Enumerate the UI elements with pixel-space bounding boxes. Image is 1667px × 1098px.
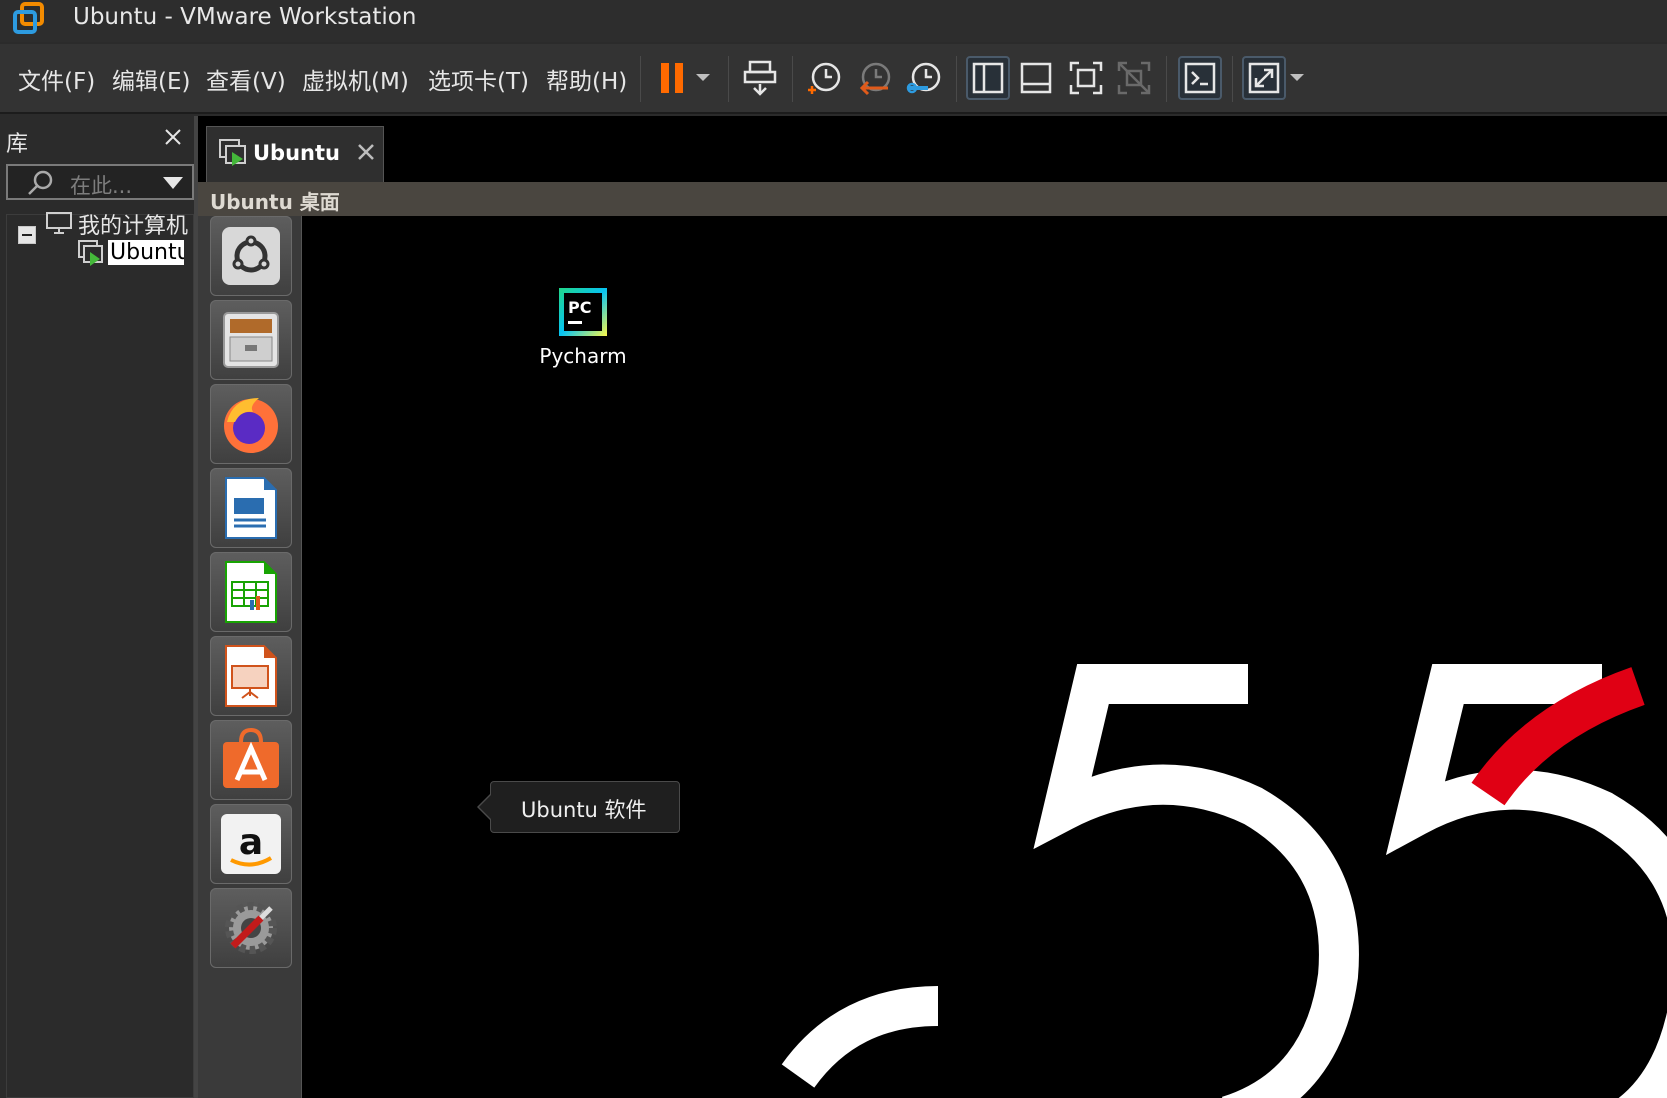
revert-snapshot-button[interactable] (852, 56, 896, 100)
dash-home-icon (222, 227, 280, 285)
menu-vm[interactable]: 虚拟机(M) (302, 62, 409, 96)
tree-item-my-computer[interactable]: 我的计算机 (78, 208, 188, 240)
take-snapshot-button[interactable] (802, 56, 846, 100)
toolbar-separator (728, 56, 729, 102)
window-title: Ubuntu - VMware Workstation (73, 4, 417, 30)
vm-display[interactable]: a Ubuntu 软件 PC Pycharm (198, 216, 1667, 1098)
menu-view[interactable]: 查看(V) (206, 62, 286, 96)
library-panel: 库 在此... 我的计算机 Ubuntu (0, 116, 198, 1098)
launcher-firefox[interactable] (210, 384, 292, 464)
libreoffice-writer-icon (225, 477, 277, 539)
svg-text:a: a (239, 822, 263, 863)
launcher-dash[interactable] (210, 216, 292, 296)
snapshot-icon (808, 62, 841, 94)
menu-toolbar: 文件(F) 编辑(E) 查看(V) 虚拟机(M) 选项卡(T) 帮助(H) (0, 44, 1667, 114)
amazon-icon: a (221, 814, 281, 874)
launcher-tooltip: Ubuntu 软件 (477, 781, 680, 833)
dropdown-icon (1290, 74, 1304, 81)
show-library-icon (972, 62, 1004, 94)
stretch-guest-icon (1248, 62, 1280, 94)
launcher-writer[interactable] (210, 468, 292, 548)
firefox-icon (224, 398, 278, 453)
unity-launcher: a (198, 216, 302, 1098)
power-dropdown-button[interactable] (688, 56, 718, 100)
ubuntu-software-icon (223, 728, 279, 788)
search-icon (28, 170, 53, 195)
computer-icon (46, 212, 72, 234)
launcher-impress[interactable] (210, 636, 292, 716)
library-search-input[interactable]: 在此... (6, 164, 194, 200)
show-library-button[interactable] (966, 56, 1010, 100)
close-icon[interactable] (355, 141, 377, 163)
system-settings-icon (225, 902, 277, 954)
stretch-dropdown-button[interactable] (1284, 56, 1310, 100)
launcher-amazon[interactable]: a (210, 804, 292, 884)
show-thumbnail-bar-button[interactable] (1014, 56, 1058, 100)
libreoffice-calc-icon (225, 561, 277, 623)
menu-help[interactable]: 帮助(H) (546, 62, 627, 96)
send-ctrl-alt-del-icon (743, 60, 777, 96)
libreoffice-impress-icon (225, 645, 277, 707)
show-thumbnail-icon (1020, 62, 1052, 94)
vm-tab-strip: Ubuntu (198, 116, 1667, 182)
desktop-icon-label: Pycharm (539, 344, 627, 368)
toolbar-separator (792, 56, 793, 102)
library-tree (6, 214, 194, 1098)
tab-ubuntu[interactable]: Ubuntu (206, 126, 384, 182)
send-ctrl-alt-del-button[interactable] (738, 56, 782, 100)
menu-tabs[interactable]: 选项卡(T) (428, 62, 529, 96)
library-title: 库 (6, 132, 29, 157)
search-placeholder: 在此... (70, 174, 133, 198)
desktop-icon-pycharm[interactable]: PC Pycharm (538, 288, 628, 368)
snapshot-manager-icon (906, 62, 941, 94)
console-view-icon (1184, 62, 1216, 94)
tree-item-ubuntu-label: Ubuntu (108, 240, 184, 265)
vm-icon (219, 139, 246, 166)
console-view-button[interactable] (1178, 56, 1222, 100)
toolbar-separator (1232, 56, 1233, 102)
pycharm-icon: PC (559, 288, 607, 336)
tab-label: Ubuntu (253, 141, 340, 165)
tree-item-ubuntu[interactable]: Ubuntu (108, 240, 184, 265)
tooltip-text: Ubuntu 软件 (521, 798, 647, 822)
vm-icon (78, 240, 103, 266)
wallpaper-graphic (781, 664, 1667, 1098)
fullscreen-icon (1069, 61, 1103, 95)
pycharm-glyph: PC (568, 298, 591, 317)
revert-snapshot-icon (859, 62, 891, 96)
toolbar-separator (1166, 56, 1167, 102)
files-icon (223, 312, 279, 368)
tree-collapse-toggle[interactable] (18, 226, 36, 244)
menu-edit[interactable]: 编辑(E) (112, 62, 190, 96)
toolbar-separator (956, 56, 957, 102)
fullscreen-button[interactable] (1064, 56, 1108, 100)
vmware-logo-icon (13, 2, 44, 34)
stretch-guest-button[interactable] (1242, 56, 1286, 100)
unity-icon (1117, 61, 1151, 95)
title-bar: Ubuntu - VMware Workstation (0, 0, 1667, 42)
dropdown-icon (696, 74, 710, 81)
chevron-down-icon[interactable] (162, 176, 184, 190)
launcher-ubuntu-software[interactable] (210, 720, 292, 800)
launcher-files[interactable] (210, 300, 292, 380)
snapshot-manager-button[interactable] (902, 56, 946, 100)
pause-icon (661, 63, 683, 93)
toolbar-separator (640, 56, 641, 102)
vm-screen-header: Ubuntu 桌面 (198, 182, 1667, 216)
launcher-calc[interactable] (210, 552, 292, 632)
menu-file[interactable]: 文件(F) (18, 62, 95, 96)
launcher-settings[interactable] (210, 888, 292, 968)
close-icon[interactable] (162, 126, 184, 148)
vm-screen-title: Ubuntu 桌面 (210, 190, 340, 214)
unity-button[interactable] (1112, 56, 1156, 100)
